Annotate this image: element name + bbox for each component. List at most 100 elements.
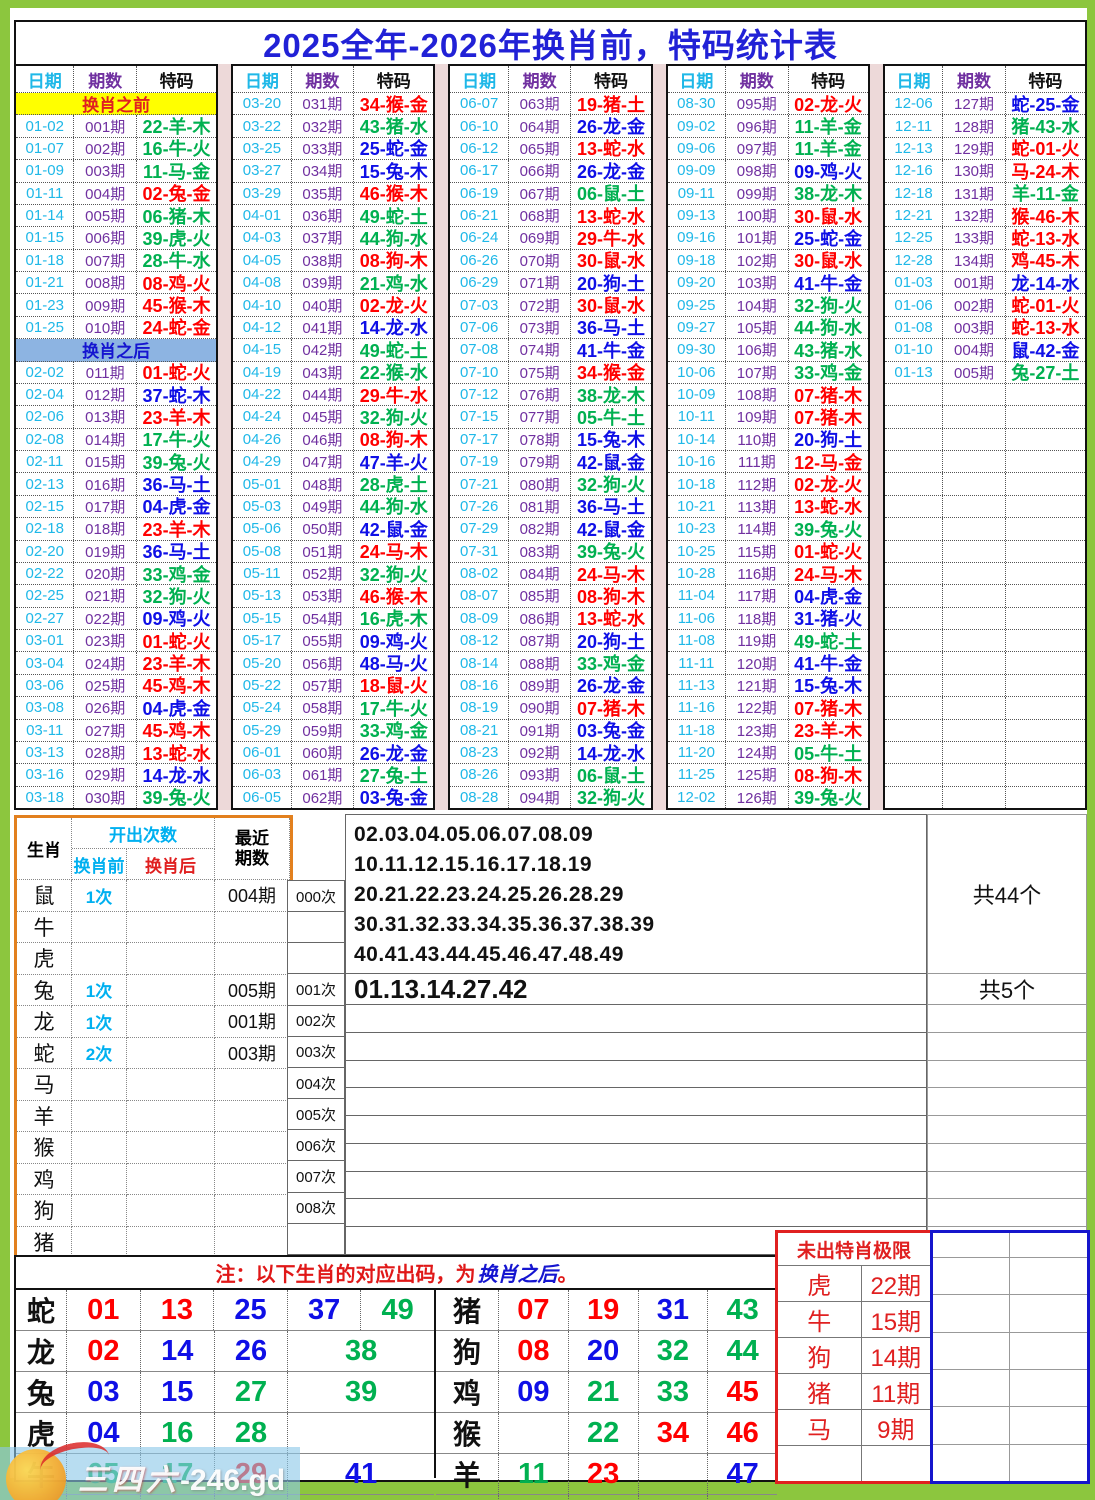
draw-code: 46-猴-木 xyxy=(359,586,428,607)
draw-period: 080期 xyxy=(509,473,572,495)
recent-period-value: 004期 xyxy=(215,880,290,912)
draw-row: 05-24 058期 17-牛-火 xyxy=(233,697,434,720)
draw-period: 070期 xyxy=(509,249,572,271)
draw-period: 001期 xyxy=(74,115,137,137)
recent-period-value xyxy=(215,1069,290,1101)
draw-row: 07-03 072期 30-鼠-水 xyxy=(450,294,651,317)
draw-date xyxy=(885,652,944,674)
draw-date: 01-07 xyxy=(16,137,75,160)
draw-period: 046期 xyxy=(292,428,355,450)
draw-code xyxy=(1006,496,1085,517)
draw-period: 062期 xyxy=(292,786,355,808)
draw-row xyxy=(884,540,1086,563)
draw-date xyxy=(885,451,944,473)
watermark-cn: 三四六 xyxy=(78,1464,180,1497)
draw-code: 14-龙-水 xyxy=(359,318,428,339)
draw-row: 05-17 055期 09-鸡-火 xyxy=(233,630,434,653)
draw-row: 04-03 037期 44-狗-水 xyxy=(233,227,434,250)
draw-period: 099期 xyxy=(726,182,789,204)
draw-date: 08-23 xyxy=(450,741,509,764)
limit-zodiac xyxy=(778,1445,862,1481)
draw-row: 12-13 129期 蛇-01-火 xyxy=(884,137,1086,161)
times-header-spacer xyxy=(287,814,345,881)
draw-row: 07-06 073期 36-马-土 xyxy=(450,316,651,340)
draw-date: 11-13 xyxy=(668,674,727,697)
draw-row xyxy=(884,518,1086,541)
draw-row: 02-18 018期 23-羊-木 xyxy=(16,518,217,541)
draw-row: 02-06 013期 23-羊-木 xyxy=(16,406,217,429)
draw-code xyxy=(1006,541,1085,562)
zodiac-name: 马 xyxy=(17,1069,72,1101)
draw-date: 02-13 xyxy=(16,473,75,495)
draw-code: 30-鼠-水 xyxy=(576,251,645,271)
count-before-value xyxy=(72,1195,127,1227)
draw-code xyxy=(1006,652,1085,673)
draw-row: 05-29 059期 33-鸡-金 xyxy=(233,719,434,742)
draw-date: 08-14 xyxy=(450,652,509,674)
draw-code xyxy=(1006,429,1085,450)
draw-date: 07-12 xyxy=(450,383,509,406)
draw-date: 10-25 xyxy=(668,540,727,562)
draw-row: 07-12 076期 38-龙-木 xyxy=(450,383,651,407)
draw-code xyxy=(1006,720,1085,741)
draw-period xyxy=(943,585,1006,607)
draw-code: 39-虎-火 xyxy=(142,228,211,249)
draw-period: 068期 xyxy=(509,204,572,227)
draw-period: 031期 xyxy=(292,93,355,115)
draw-date: 12-13 xyxy=(885,137,944,160)
draw-code: 42-鼠-金 xyxy=(576,452,645,473)
empty-cell xyxy=(933,1368,1010,1407)
mapping-zodiac: 蛇 xyxy=(16,1290,67,1330)
empty-cell xyxy=(1010,1443,1087,1481)
count-after-value xyxy=(127,1226,215,1258)
draw-period: 124期 xyxy=(726,741,789,764)
times-label-column: 000次 001次 002次 003次 004次 005次 006次 007次 008次 xyxy=(287,815,345,1255)
draw-row: 10-14 110期 20-狗-土 xyxy=(667,428,868,451)
draws-group: 日期 期数 特码 06-07 063期 19-猪-土 06-10 064期 26-龙-金 06-1… xyxy=(448,64,653,810)
draw-code: 36-马-土 xyxy=(142,475,211,495)
draw-row: 04-26 046期 08-狗-木 xyxy=(233,428,434,451)
draw-period: 081期 xyxy=(509,495,572,518)
draw-date: 10-11 xyxy=(668,406,727,428)
draw-code: 46-猴-木 xyxy=(359,184,428,204)
draw-date: 07-31 xyxy=(450,540,509,562)
draw-period: 027期 xyxy=(74,719,137,741)
draw-date xyxy=(885,518,944,540)
freq-one-cell: 01.13.14.27.42 xyxy=(345,973,927,1005)
recent-period-value xyxy=(215,1100,290,1132)
draw-code: 21-鸡-水 xyxy=(359,273,428,294)
header-recent-period: 最近 期数 xyxy=(215,818,290,880)
draw-code: 09-鸡-火 xyxy=(359,631,428,652)
draw-row: 09-13 100期 30-鼠-水 xyxy=(667,204,868,228)
draw-date: 06-19 xyxy=(450,182,509,204)
draw-row: 12-02 126期 39-兔-火 xyxy=(668,786,868,808)
draw-code: 13-蛇-水 xyxy=(576,609,645,629)
draw-period: 018期 xyxy=(74,518,137,540)
draw-period: 059期 xyxy=(292,719,355,741)
draw-period xyxy=(943,495,1006,518)
total-empty-cell xyxy=(927,1004,1087,1033)
draw-date: 02-15 xyxy=(16,495,75,518)
draw-code: 12-马-金 xyxy=(794,452,863,473)
column-header: 特码 xyxy=(593,71,628,91)
count-after-value xyxy=(127,1006,215,1038)
draw-date: 06-21 xyxy=(450,204,509,227)
times-label xyxy=(287,942,345,975)
draw-row: 10-16 111期 12-马-金 xyxy=(667,451,868,474)
zodiac-name: 猴 xyxy=(17,1132,72,1164)
draw-row: 12-06 127期 蛇-25-金 xyxy=(884,93,1086,116)
draw-row: 02-13 016期 36-马-土 xyxy=(16,473,217,496)
draw-code: 01-蛇-火 xyxy=(794,542,863,562)
draw-period: 126期 xyxy=(726,786,789,808)
draw-date: 02-04 xyxy=(16,383,75,406)
draw-row: 07-10 075期 34-猴-金 xyxy=(450,361,651,384)
draw-code: 09-鸡-火 xyxy=(142,609,211,629)
draw-code: 27-兔-土 xyxy=(359,765,428,786)
draw-period: 120期 xyxy=(726,652,789,674)
draw-period: 032期 xyxy=(292,115,355,137)
draw-row: 02-02 011期 01-蛇-火 xyxy=(16,361,217,384)
mapping-zodiac: 鸡 xyxy=(436,1372,499,1412)
draw-code: 11-羊-金 xyxy=(794,139,862,160)
draw-code: 07-猪-木 xyxy=(576,698,645,719)
draw-row: 04-22 044期 29-牛-水 xyxy=(233,383,434,407)
